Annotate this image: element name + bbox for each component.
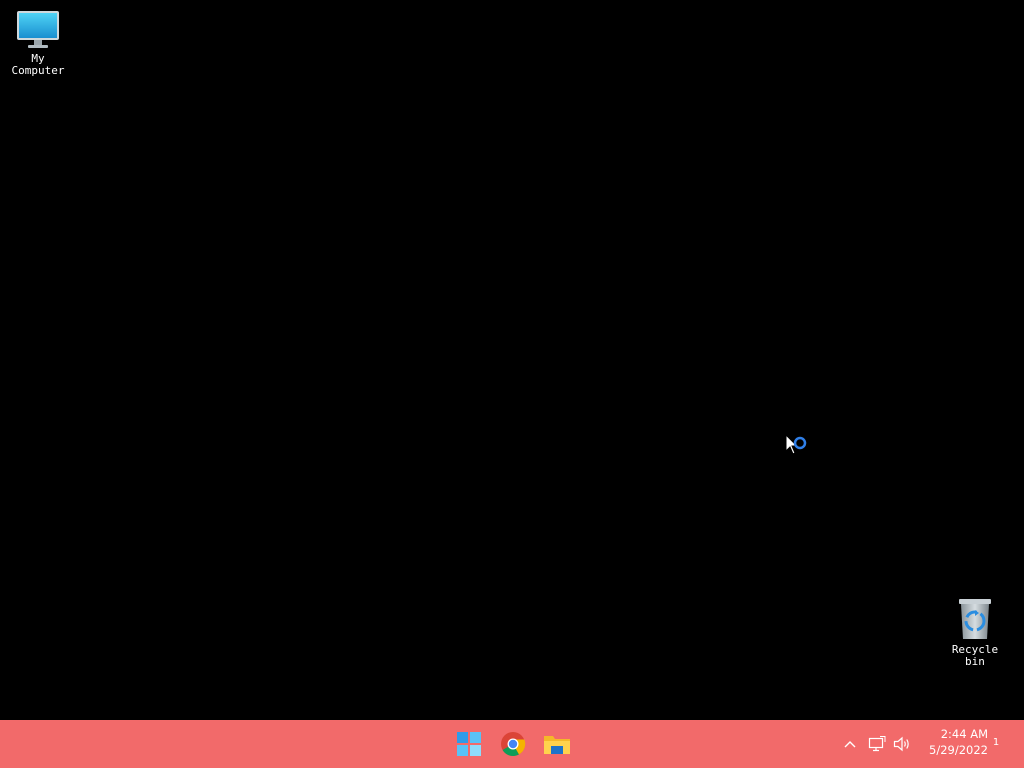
clock-date: 5/29/2022 [929, 743, 988, 757]
chrome-icon [501, 732, 526, 757]
chrome-taskbar-button[interactable] [497, 728, 529, 760]
desktop[interactable]: My Computer Recycle bin [0, 0, 1024, 720]
recycle-bin-shortcut[interactable]: Recycle bin [937, 597, 1013, 668]
my-computer-shortcut[interactable]: My Computer [0, 10, 76, 77]
network-tray-button[interactable] [866, 732, 888, 756]
recycle-bin-icon [959, 599, 991, 639]
busy-cursor-icon [785, 434, 807, 455]
notification-count-badge[interactable]: 1 [990, 736, 1002, 750]
recycle-bin-label: Recycle bin [951, 643, 999, 668]
clock[interactable]: 2:44 AM 5/29/2022 [918, 726, 988, 758]
volume-tray-button[interactable] [891, 732, 913, 756]
clock-time: 2:44 AM [940, 727, 988, 741]
start-button[interactable] [453, 728, 485, 760]
monitor-icon [17, 11, 59, 48]
windows-start-icon [457, 732, 481, 756]
chevron-up-icon [844, 741, 856, 748]
show-hidden-icons-button[interactable] [839, 732, 861, 756]
network-icon [868, 736, 886, 752]
taskbar: 2:44 AM 5/29/2022 1 [0, 720, 1024, 768]
file-explorer-taskbar-button[interactable] [541, 728, 573, 760]
volume-icon [893, 736, 909, 752]
folder-icon [544, 736, 570, 754]
my-computer-label: My Computer [11, 52, 65, 77]
